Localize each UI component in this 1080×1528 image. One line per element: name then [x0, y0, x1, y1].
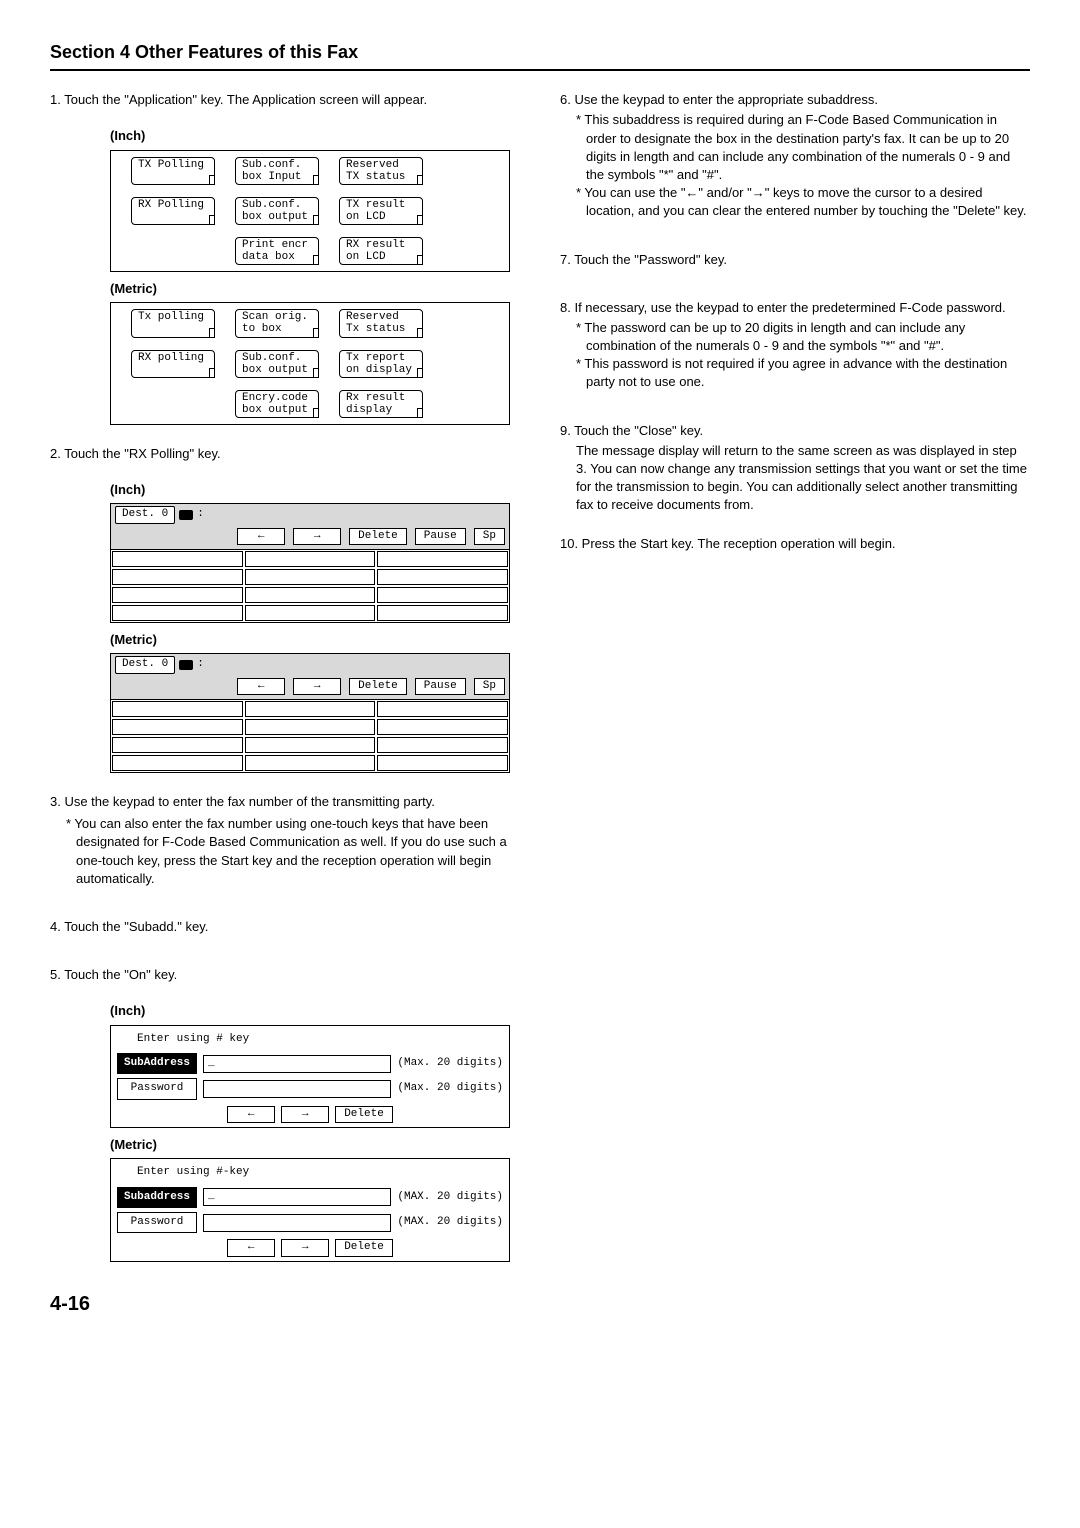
subaddress-field-m[interactable]: _	[203, 1188, 391, 1206]
entry-panel-metric: Enter using #-key Subaddress _ (MAX. 20 …	[110, 1158, 510, 1262]
step-6-note-1: * This subaddress is required during an …	[576, 111, 1030, 184]
unit-label-metric-1: (Metric)	[110, 280, 520, 298]
arrow-right-button-m[interactable]: →	[293, 678, 341, 695]
entry-right-button[interactable]: →	[281, 1106, 329, 1123]
step-1: 1. Touch the "Application" key. The Appl…	[50, 91, 520, 109]
delete-button-m[interactable]: Delete	[349, 678, 407, 695]
entry-delete-button[interactable]: Delete	[335, 1106, 393, 1123]
step-5: 5. Touch the "On" key.	[50, 966, 520, 984]
app-panel-inch: TX Polling Sub.conf.box Input ReservedTX…	[110, 150, 510, 273]
scan-orig-button[interactable]: Scan orig.to box	[235, 309, 319, 337]
step-9: 9. Touch the "Close" key.	[560, 422, 1030, 440]
entry-title-inch: Enter using # key	[137, 1032, 503, 1047]
arrow-left-button[interactable]: ←	[237, 528, 285, 545]
step-3: 3. Use the keypad to enter the fax numbe…	[50, 793, 520, 811]
left-column: 1. Touch the "Application" key. The Appl…	[50, 91, 520, 1270]
rx-polling-button[interactable]: RX Polling	[131, 197, 215, 225]
tx-polling-button[interactable]: TX Polling	[131, 157, 215, 185]
subconf-box-output-button[interactable]: Sub.conf.box output	[235, 197, 319, 225]
subaddress-field[interactable]: _	[203, 1055, 391, 1073]
step-6: 6. Use the keypad to enter the appropria…	[560, 91, 1030, 109]
step-7: 7. Touch the "Password" key.	[560, 251, 1030, 269]
rx-polling-button-m[interactable]: RX polling	[131, 350, 215, 378]
entry-delete-button-m[interactable]: Delete	[335, 1239, 393, 1256]
tx-result-lcd-button[interactable]: TX resulton LCD	[339, 197, 423, 225]
step-8-note-1: * The password can be up to 20 digits in…	[576, 319, 1030, 355]
delete-button[interactable]: Delete	[349, 528, 407, 545]
section-title: Section 4 Other Features of this Fax	[50, 40, 1030, 71]
subconf-box-input-button[interactable]: Sub.conf.box Input	[235, 157, 319, 185]
password-button[interactable]: Password	[117, 1078, 197, 1099]
pause-button[interactable]: Pause	[415, 528, 466, 545]
step-8: 8. If necessary, use the keypad to enter…	[560, 299, 1030, 317]
phone-icon-m	[179, 660, 193, 670]
unit-label-metric-2: (Metric)	[110, 631, 520, 649]
step-8-note-2: * This password is not required if you a…	[576, 355, 1030, 391]
encry-code-button[interactable]: Encry.codebox output	[235, 390, 319, 418]
tx-polling-button-m[interactable]: Tx polling	[131, 309, 215, 337]
entry-title-metric: Enter using #-key	[137, 1165, 503, 1180]
password-button-m[interactable]: Password	[117, 1212, 197, 1233]
rx-result-lcd-button[interactable]: RX resulton LCD	[339, 237, 423, 265]
password-field-m[interactable]	[203, 1214, 391, 1232]
subaddress-note-m: (MAX. 20 digits)	[397, 1190, 503, 1205]
sp-button[interactable]: Sp	[474, 528, 505, 545]
unit-label-inch-2: (Inch)	[110, 481, 520, 499]
step-9-body: The message display will return to the s…	[576, 442, 1030, 515]
unit-label-inch-3: (Inch)	[110, 1002, 520, 1020]
tx-report-display-button[interactable]: Tx reporton display	[339, 350, 423, 378]
subaddress-button-m[interactable]: Subaddress	[117, 1187, 197, 1208]
print-encr-button[interactable]: Print encrdata box	[235, 237, 319, 265]
rx-result-display-button[interactable]: Rx resultdisplay	[339, 390, 423, 418]
password-note-m: (MAX. 20 digits)	[397, 1215, 503, 1230]
password-note: (Max. 20 digits)	[397, 1081, 503, 1096]
subconf-box-output-button-m[interactable]: Sub.conf.box output	[235, 350, 319, 378]
subaddress-note: (Max. 20 digits)	[397, 1056, 503, 1071]
step-10: 10. Press the Start key. The reception o…	[560, 535, 1030, 553]
arrow-right-button[interactable]: →	[293, 528, 341, 545]
entry-right-button-m[interactable]: →	[281, 1239, 329, 1256]
dest-pill: Dest. 0	[115, 506, 175, 523]
unit-label-inch-1: (Inch)	[110, 127, 520, 145]
phone-icon	[179, 510, 193, 520]
step-4: 4. Touch the "Subadd." key.	[50, 918, 520, 936]
sp-button-m[interactable]: Sp	[474, 678, 505, 695]
right-column: 6. Use the keypad to enter the appropria…	[560, 91, 1030, 1270]
pause-button-m[interactable]: Pause	[415, 678, 466, 695]
reserved-tx-status-button[interactable]: ReservedTX status	[339, 157, 423, 185]
entry-left-button-m[interactable]: ←	[227, 1239, 275, 1256]
lcd-panel-inch: Dest. 0 : ← → Delete Pause Sp	[110, 503, 510, 623]
password-field[interactable]	[203, 1080, 391, 1098]
step-3-note: * You can also enter the fax number usin…	[66, 815, 520, 888]
arrow-left-button-m[interactable]: ←	[237, 678, 285, 695]
entry-left-button[interactable]: ←	[227, 1106, 275, 1123]
entry-panel-inch: Enter using # key SubAddress _ (Max. 20 …	[110, 1025, 510, 1129]
lcd-panel-metric: Dest. 0 : ← → Delete Pause Sp	[110, 653, 510, 773]
reserved-tx-status-button-m[interactable]: ReservedTx status	[339, 309, 423, 337]
subaddress-button[interactable]: SubAddress	[117, 1053, 197, 1074]
dest-pill-m: Dest. 0	[115, 656, 175, 673]
unit-label-metric-3: (Metric)	[110, 1136, 520, 1154]
step-2: 2. Touch the "RX Polling" key.	[50, 445, 520, 463]
app-panel-metric: Tx polling Scan orig.to box ReservedTx s…	[110, 302, 510, 425]
page-number: 4-16	[50, 1290, 1030, 1318]
step-6-note-2: * You can use the "←" and/or "→" keys to…	[576, 184, 1030, 220]
